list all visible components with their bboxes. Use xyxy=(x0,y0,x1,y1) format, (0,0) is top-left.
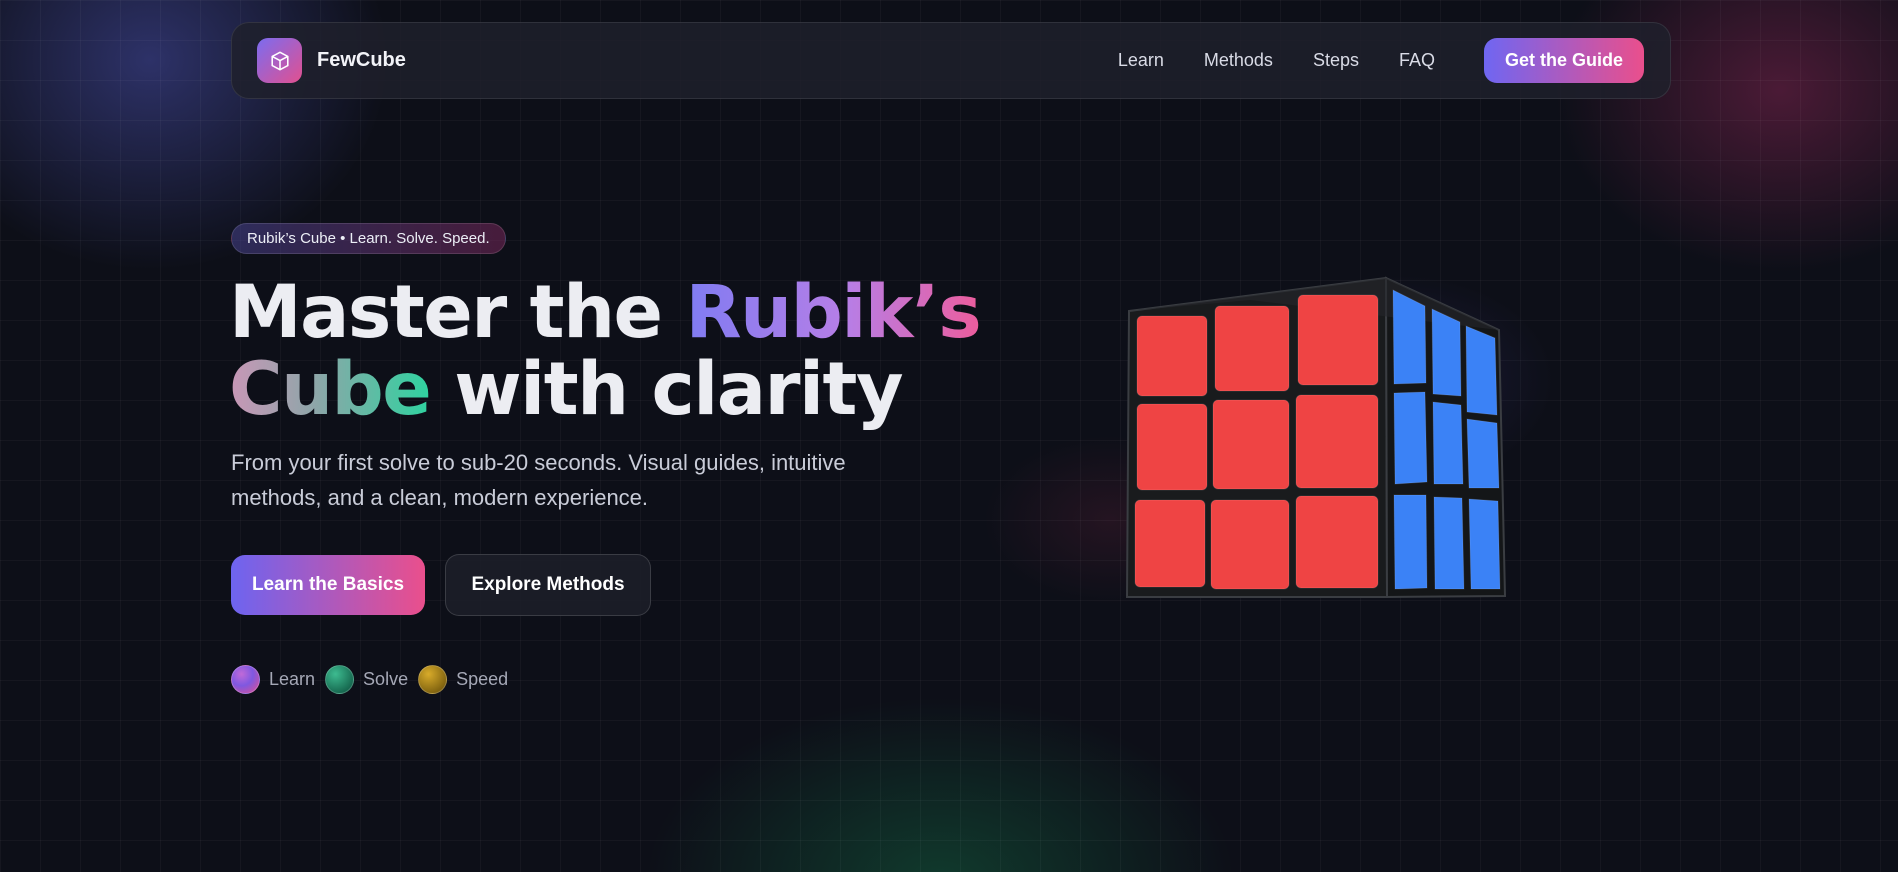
brand-name[interactable]: FewCube xyxy=(317,49,406,72)
rubiks-cube-illustration xyxy=(1125,276,1507,599)
side-sticker-8 xyxy=(1433,496,1465,590)
feature-pills: Learn Solve Speed xyxy=(231,665,518,694)
front-sticker-5 xyxy=(1212,399,1290,490)
headline-accent-cube: Cube xyxy=(229,347,432,432)
nav-links: Learn Methods Steps FAQ xyxy=(1118,50,1435,71)
pill-speed: Speed xyxy=(418,665,508,694)
headline-accent-rubiks: Rubik’s xyxy=(685,270,981,355)
side-sticker-1 xyxy=(1392,289,1427,385)
front-sticker-1 xyxy=(1136,315,1208,397)
front-sticker-9 xyxy=(1295,495,1379,589)
front-sticker-6 xyxy=(1295,394,1379,489)
nav-link-learn[interactable]: Learn xyxy=(1118,50,1164,71)
nav-link-steps[interactable]: Steps xyxy=(1313,50,1359,71)
navbar: FewCube Learn Methods Steps FAQ Get the … xyxy=(231,22,1671,99)
side-sticker-2 xyxy=(1431,308,1462,397)
get-guide-button[interactable]: Get the Guide xyxy=(1483,38,1644,83)
explore-methods-button[interactable]: Explore Methods xyxy=(445,554,651,616)
front-sticker-8 xyxy=(1210,499,1290,590)
side-sticker-4 xyxy=(1393,391,1428,485)
cube-side-face xyxy=(1392,289,1501,590)
front-sticker-3 xyxy=(1297,294,1379,386)
pill-label-learn: Learn xyxy=(269,669,316,689)
nav-link-faq[interactable]: FAQ xyxy=(1399,50,1435,71)
hero-badge: Rubik’s Cube • Learn. Solve. Speed. xyxy=(231,223,506,254)
side-sticker-6 xyxy=(1466,418,1500,489)
side-sticker-7 xyxy=(1393,494,1428,590)
front-sticker-2 xyxy=(1214,305,1290,392)
pill-label-solve: Solve xyxy=(363,669,409,689)
pill-learn: Learn xyxy=(231,665,315,694)
nav-link-methods[interactable]: Methods xyxy=(1204,50,1273,71)
headline-part2: with clarity xyxy=(430,347,903,432)
cube-front-face xyxy=(1134,294,1379,590)
side-sticker-9 xyxy=(1468,498,1501,590)
speed-dot-icon xyxy=(418,665,448,694)
hero-headline: Master the Rubik’s Cube with clarity xyxy=(229,274,989,428)
hero-subtitle: From your first solve to sub-20 seconds.… xyxy=(231,450,846,510)
learn-dot-icon xyxy=(231,665,260,694)
learn-basics-button[interactable]: Learn the Basics xyxy=(231,555,425,615)
side-sticker-5 xyxy=(1432,401,1464,485)
headline-part1: Master the xyxy=(229,270,686,355)
front-sticker-7 xyxy=(1134,499,1206,588)
solve-dot-icon xyxy=(325,665,355,694)
pill-solve: Solve xyxy=(325,665,408,694)
front-sticker-4 xyxy=(1136,403,1208,491)
background-grid xyxy=(0,0,1898,872)
logo[interactable] xyxy=(257,38,302,83)
side-sticker-3 xyxy=(1465,325,1498,416)
pill-label-speed: Speed xyxy=(456,669,509,689)
cube-logo-icon xyxy=(270,51,289,70)
